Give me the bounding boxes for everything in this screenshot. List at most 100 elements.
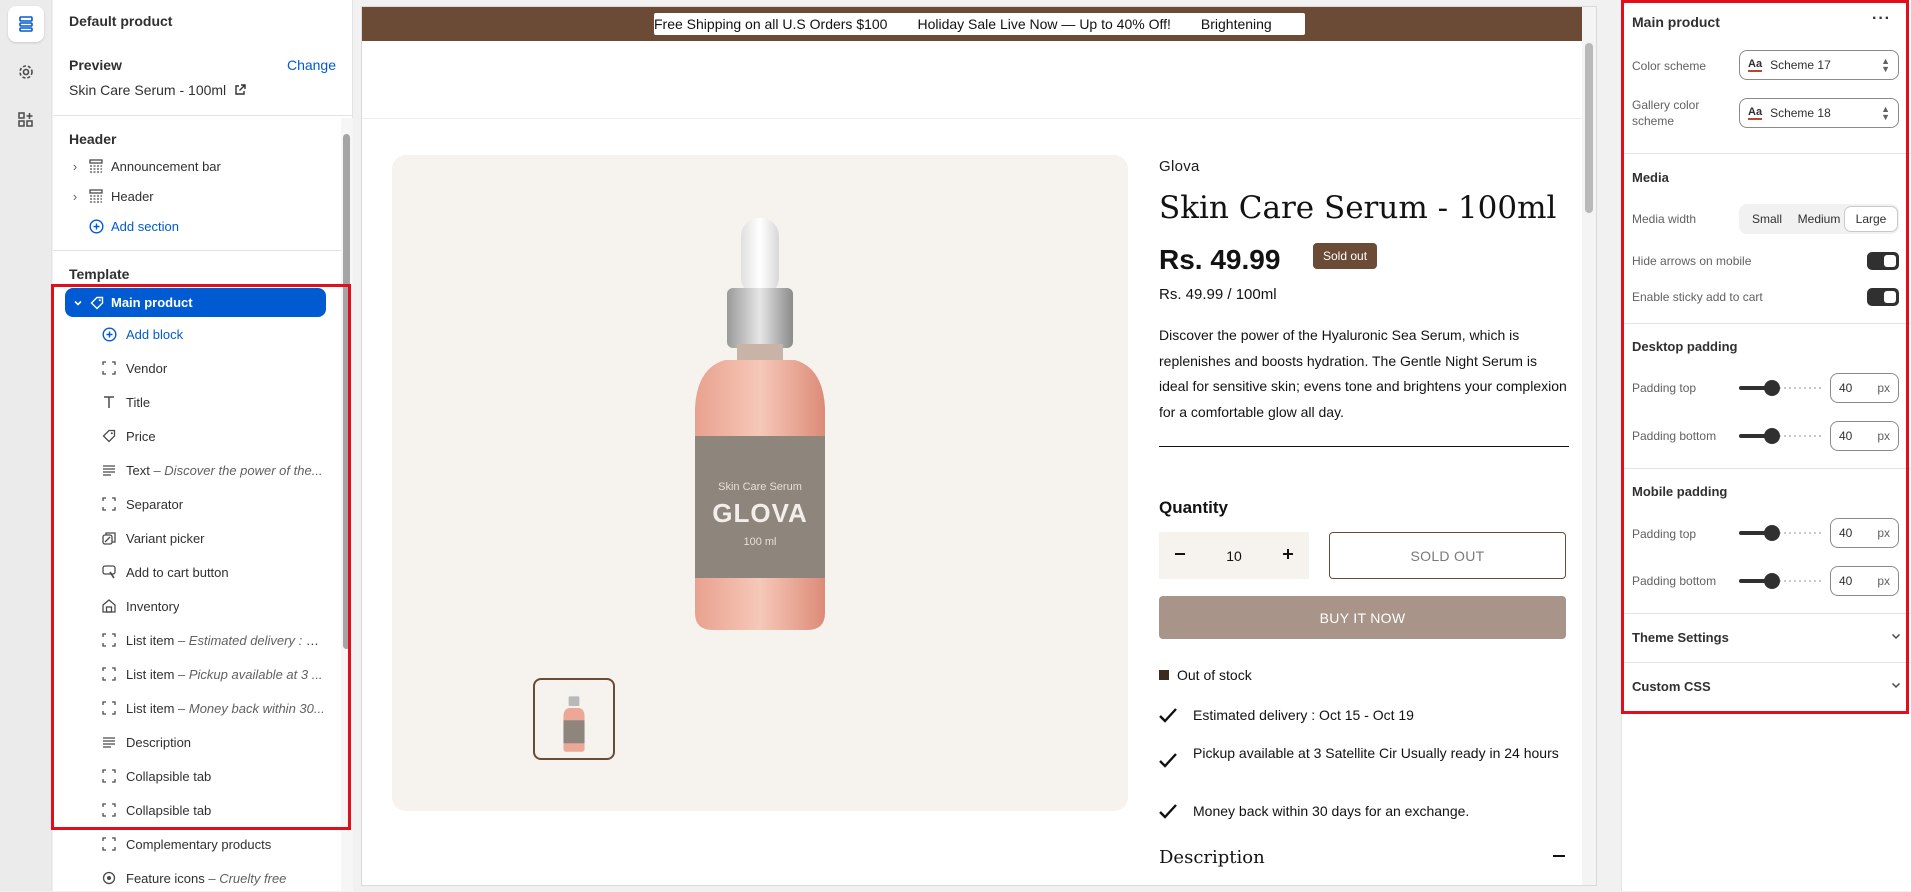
add-section-button[interactable]: Add section [65,212,329,240]
plus-icon[interactable] [1281,547,1295,564]
theme-settings-label: Theme Settings [1632,630,1729,645]
desktop-padding-bottom-input[interactable]: 40 px [1830,421,1899,451]
sidebar-scrollbar-thumb[interactable] [343,134,350,649]
product-image [695,218,825,630]
block-label-main: Text [126,462,150,478]
more-actions-icon[interactable]: ··· [1872,10,1891,28]
block-item[interactable]: Inventory [100,592,326,620]
block-item[interactable]: Collapsible tab [100,796,326,824]
template-group-label: Template [69,266,130,282]
select-arrows-icon: ▲ ▼ [1881,56,1890,74]
block-item[interactable]: Price [100,422,326,450]
media-width-large[interactable]: Large [1845,207,1897,231]
product-gallery: Skin Care Serum GLOVA 100 ml [392,155,1128,811]
add-block-button[interactable]: Add block [100,320,326,348]
apps-icon[interactable] [8,102,44,138]
mobile-padding-top-input[interactable]: 40 px [1830,518,1899,548]
list-item: Money back within 30 days for an exchang… [1159,803,1559,824]
theme-settings-collapsible[interactable]: Theme Settings [1632,630,1902,645]
external-link-icon[interactable] [234,84,246,96]
section-main-product[interactable]: Main product [65,288,326,317]
chevron-down-icon[interactable] [69,298,87,308]
gallery-thumbnail[interactable] [533,678,615,760]
block-label: Variant picker [126,531,205,546]
block-label-main: Collapsible tab [126,768,212,784]
inventory-icon [100,599,118,613]
feature-icon [100,871,118,885]
change-preview-link[interactable]: Change [287,57,336,73]
desktop-padding-top-slider[interactable] [1739,380,1821,396]
block-label: Feature icons – Cruelty free [126,871,286,886]
app-rail [0,0,52,891]
list-item-text: Estimated delivery : Oct 15 - Oct 19 [1193,707,1414,723]
preview-product[interactable]: Skin Care Serum - 100ml [69,82,246,98]
section-announcement-bar[interactable]: › Announcement bar [65,152,329,180]
block-item[interactable]: Vendor [100,354,326,382]
mobile-padding-bottom-input[interactable]: 40 px [1830,566,1899,596]
media-width-medium[interactable]: Medium [1793,207,1845,231]
block-label-subtitle: – Pickup available at 3 ... [174,666,323,682]
slider-handle[interactable] [1763,573,1780,589]
color-scheme-swatch-icon: Aa [1748,58,1763,72]
color-scheme-select[interactable]: Aa Scheme 17 ▲ ▼ [1739,50,1899,80]
announcement-bar: Free Shipping on all U.S Orders $100 Hol… [362,7,1596,41]
sold-out-button[interactable]: SOLD OUT [1329,532,1566,579]
section-label: Header [111,188,154,204]
bottle-label-small: Skin Care Serum [718,481,802,493]
block-label-main: Add to cart button [126,564,229,580]
section-icon [100,769,118,783]
custom-css-collapsible[interactable]: Custom CSS [1632,679,1902,694]
desktop-padding-bottom-slider[interactable] [1739,428,1821,444]
block-item[interactable]: Complementary products [100,830,326,858]
block-item[interactable]: Feature icons – Cruelty free [100,864,326,892]
buy-it-now-button[interactable]: BUY IT NOW [1159,596,1566,639]
collapse-minus-icon[interactable] [1552,847,1566,868]
block-label: Add to cart button [126,565,229,580]
block-label-main: Collapsible tab [126,802,212,818]
custom-css-label: Custom CSS [1632,679,1711,694]
text-lines-icon [100,463,118,477]
thumbnail-image [563,685,585,752]
product-vendor: Glova [1159,158,1200,175]
quantity-input[interactable]: 10 [1226,548,1242,564]
mobile-padding-bottom-slider[interactable] [1739,573,1821,589]
minus-icon[interactable] [1173,547,1187,564]
section-header[interactable]: › Header [65,182,329,210]
mobile-padding-top-slider[interactable] [1739,525,1821,541]
unit-price: Rs. 49.99 / 100ml [1159,286,1277,303]
block-item[interactable]: Variant picker [100,524,326,552]
slider-handle[interactable] [1763,428,1780,444]
media-width-small[interactable]: Small [1741,207,1793,231]
color-scheme-value: Scheme 17 [1770,58,1831,72]
hide-arrows-toggle[interactable] [1867,252,1899,270]
section-icon [100,803,118,817]
block-item[interactable]: Text – Discover the power of the... [100,456,326,484]
block-item[interactable]: Separator [100,490,326,518]
block-item[interactable]: Title [100,388,326,416]
chevron-right-icon[interactable]: › [65,189,85,204]
sections-icon[interactable] [8,6,44,42]
block-item[interactable]: Add to cart button [100,558,326,586]
section-icon [100,361,118,375]
block-item[interactable]: List item – Estimated delivery : O... [100,626,326,654]
block-label-main: List item [125,632,175,648]
settings-gear-icon[interactable] [8,54,44,90]
gallery-color-scheme-select[interactable]: Aa Scheme 18 ▲ ▼ [1739,98,1899,128]
preview-scrollbar-thumb[interactable] [1585,43,1593,213]
block-label: Text – Discover the power of the... [126,463,323,478]
block-label: List item – Estimated delivery : O... [126,633,326,648]
preview-product-name: Skin Care Serum - 100ml [69,82,227,98]
block-item[interactable]: List item – Money back within 30... [100,694,326,722]
block-item[interactable]: Description [100,728,326,756]
sticky-cart-toggle[interactable] [1867,288,1899,306]
chevron-right-icon[interactable]: › [65,159,85,174]
block-item[interactable]: Collapsible tab [100,762,326,790]
desktop-padding-top-input[interactable]: 40 px [1830,373,1899,403]
block-label: Complementary products [126,837,271,852]
block-item[interactable]: List item – Pickup available at 3 ... [100,660,326,688]
cart-button-icon [100,565,118,579]
block-label: Inventory [126,599,179,614]
description-collapsible[interactable]: Description [1159,847,1566,868]
slider-handle[interactable] [1763,380,1780,396]
slider-handle[interactable] [1763,525,1780,541]
